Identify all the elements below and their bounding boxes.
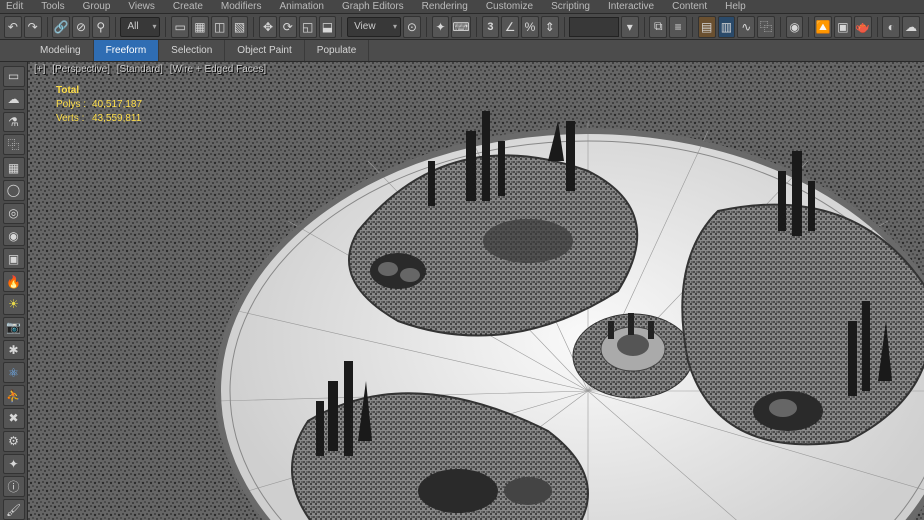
render-button[interactable]: 🫖 (854, 16, 872, 38)
vtb-materials-icon[interactable]: ◉ (3, 226, 25, 247)
vtb-particles-icon[interactable]: ✱ (3, 340, 25, 361)
manipulate-button[interactable]: ✦ (432, 16, 450, 38)
menu-item[interactable]: Content (672, 1, 707, 12)
percent-snap-button[interactable]: % (521, 16, 539, 38)
viewport-label-plus[interactable]: [+] (32, 64, 47, 75)
menu-item[interactable]: Rendering (422, 1, 468, 12)
vtb-info-icon[interactable]: ⓘ (3, 476, 25, 497)
render-frame-button[interactable]: ▣ (834, 16, 852, 38)
vtb-grid-icon[interactable]: ▦ (3, 157, 25, 178)
snap-button[interactable]: 3 (482, 16, 500, 38)
select-button[interactable]: ▭ (171, 16, 189, 38)
viewport[interactable] (28, 62, 924, 520)
stats-title: Total (56, 84, 142, 98)
menu-item[interactable]: Graph Editors (342, 1, 404, 12)
vtb-sphere-icon[interactable]: ◯ (3, 180, 25, 201)
vtb-bone-icon[interactable]: ✖ (3, 408, 25, 429)
viewport-label[interactable]: [+] [Perspective] [Standard] [Wire + Edg… (32, 64, 268, 75)
vtb-settings-icon[interactable]: ⚙ (3, 431, 25, 452)
bind-button[interactable]: ⚲ (92, 16, 110, 38)
main-toolbar: ↶ ↷ 🔗 ⊘ ⚲ All ▭ ▦ ◫ ▧ ✥ ⟳ ◱ ⬓ View ⊙ ✦ ⌨… (0, 14, 924, 40)
menubar: Edit Tools Group Views Create Modifiers … (0, 0, 924, 14)
vtb-render-icon[interactable]: ▣ (3, 248, 25, 269)
menu-item[interactable]: Edit (6, 1, 23, 12)
left-toolbar: ▭ ☁ ⚗ ⿻ ▦ ◯ ◎ ◉ ▣ 🔥 ☀ 📷 ✱ ⚛ ⛹ ✖ ⚙ ✦ ⓘ 🖌 (0, 62, 28, 520)
mirror-button[interactable]: ⧉ (649, 16, 667, 38)
select-region-button[interactable]: ◫ (211, 16, 229, 38)
unlink-button[interactable]: ⊘ (72, 16, 90, 38)
menu-item[interactable]: Modifiers (221, 1, 262, 12)
tab-freeform[interactable]: Freeform (94, 40, 160, 61)
menu-item[interactable]: Customize (486, 1, 533, 12)
tab-object-paint[interactable]: Object Paint (225, 40, 304, 61)
menu-item[interactable]: Tools (41, 1, 64, 12)
menu-item[interactable]: Views (128, 1, 155, 12)
stats-polys-value: 40,517,187 (92, 99, 142, 110)
vtb-isolate-icon[interactable]: ◎ (3, 203, 25, 224)
viewport-container: [+] [Perspective] [Standard] [Wire + Edg… (28, 62, 924, 520)
selection-filter-dropdown[interactable]: All (120, 17, 160, 37)
tab-modeling[interactable]: Modeling (28, 40, 94, 61)
tab-selection[interactable]: Selection (159, 40, 225, 61)
link-button[interactable]: 🔗 (52, 16, 70, 38)
vtb-flame-icon[interactable]: 🔥 (3, 271, 25, 292)
named-selection-input[interactable] (569, 17, 618, 37)
open-arnold-button[interactable]: ◐ (882, 16, 900, 38)
menu-item[interactable]: Create (173, 1, 203, 12)
vtb-dynamics-icon[interactable]: ⚛ (3, 362, 25, 383)
material-editor-button[interactable]: ◉ (786, 16, 804, 38)
vtb-network-icon[interactable]: ⿻ (3, 134, 25, 155)
vtb-light-icon[interactable]: ☀ (3, 294, 25, 315)
stats-verts-label: Verts : (56, 112, 92, 126)
ref-coord-dropdown[interactable]: View (347, 17, 401, 37)
move-button[interactable]: ✥ (259, 16, 277, 38)
layer-explorer-button[interactable]: ▤ (698, 16, 716, 38)
vtb-crowds-icon[interactable]: ⛹ (3, 385, 25, 406)
vtb-helper-icon[interactable]: ✦ (3, 454, 25, 475)
stats-verts-value: 43,559,811 (92, 113, 141, 124)
undo-button[interactable]: ↶ (4, 16, 22, 38)
vtb-camera-icon[interactable]: 📷 (3, 317, 25, 338)
schematic-view-button[interactable]: ⿻ (757, 16, 775, 38)
placement-button[interactable]: ⬓ (319, 16, 337, 38)
menu-item[interactable]: Scripting (551, 1, 590, 12)
window-crossing-button[interactable]: ▧ (231, 16, 249, 38)
viewport-label-shading[interactable]: [Wire + Edged Faces] (168, 64, 268, 75)
pivot-button[interactable]: ⊙ (403, 16, 421, 38)
ribbon: Modeling Freeform Selection Object Paint… (0, 40, 924, 62)
redo-button[interactable]: ↷ (24, 16, 42, 38)
menu-item[interactable]: Interactive (608, 1, 654, 12)
tab-populate[interactable]: Populate (305, 40, 369, 61)
viewport-label-preset[interactable]: [Standard] (115, 64, 165, 75)
spinner-snap-button[interactable]: ⇕ (541, 16, 559, 38)
viewport-label-camera[interactable]: [Perspective] (50, 64, 112, 75)
rotate-button[interactable]: ⟳ (279, 16, 297, 38)
keyboard-shortcut-button[interactable]: ⌨ (451, 16, 470, 38)
menu-item[interactable]: Animation (279, 1, 323, 12)
vtb-brush-icon[interactable]: 🖌 (3, 499, 25, 520)
selection-set-button[interactable]: ▾ (621, 16, 639, 38)
vtb-select-icon[interactable]: ▭ (3, 66, 25, 87)
menu-item[interactable]: Group (83, 1, 111, 12)
scale-button[interactable]: ◱ (299, 16, 317, 38)
angle-snap-button[interactable]: ∠ (501, 16, 519, 38)
stats-polys-label: Polys : (56, 98, 92, 112)
vtb-cloud-icon[interactable]: ☁ (3, 89, 25, 110)
select-name-button[interactable]: ▦ (191, 16, 209, 38)
vtb-teapot-icon[interactable]: ⚗ (3, 112, 25, 133)
curve-editor-button[interactable]: ∿ (737, 16, 755, 38)
render-setup-button[interactable]: 🔼 (814, 16, 832, 38)
statistics-overlay: Total Polys :40,517,187 Verts :43,559,81… (56, 84, 142, 126)
render-in-cloud-button[interactable]: ☁ (902, 16, 920, 38)
menu-item[interactable]: Help (725, 1, 746, 12)
align-button[interactable]: ≡ (669, 16, 687, 38)
toggle-ribbon-button[interactable]: ▥ (718, 16, 736, 38)
